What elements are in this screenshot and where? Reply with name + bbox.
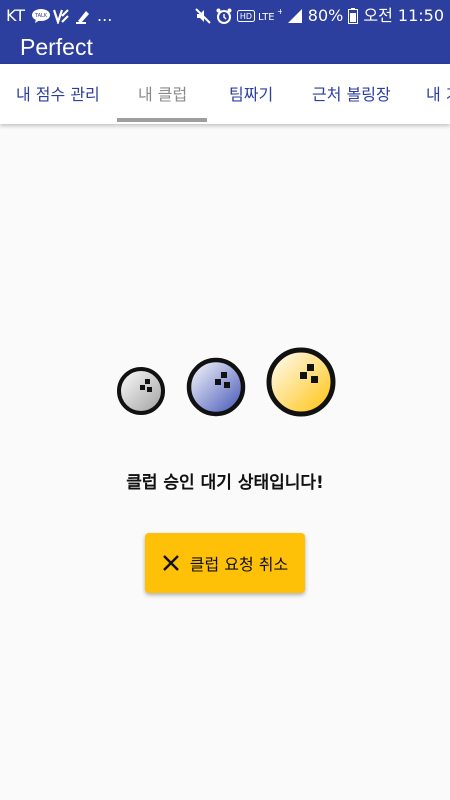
app-bar: Perfect	[0, 32, 450, 64]
v-app-icon	[52, 8, 69, 26]
tab-nearby-bowling[interactable]: 근처 볼링장	[312, 64, 391, 124]
screen: KT TALK ... HD LTE + 80% 오전 11:50 Perfec…	[0, 0, 450, 800]
close-icon	[162, 554, 180, 572]
lte-icon: LTE +	[258, 7, 284, 24]
tab-my-club[interactable]: 내 클럽	[138, 64, 187, 124]
status-message: 클럽 승인 대기 상태입니다!	[126, 473, 324, 493]
bowling-ball-gray-icon	[117, 367, 165, 415]
bowling-ball-yellow-icon	[266, 347, 336, 417]
svg-text:HD: HD	[240, 12, 252, 21]
carrier-label: KT	[6, 6, 26, 25]
talk-icon: TALK	[31, 8, 51, 24]
status-bar: KT TALK ... HD LTE + 80% 오전 11:50	[0, 0, 450, 32]
bowling-ball-blue-icon	[186, 357, 246, 417]
tab-indicator	[117, 118, 207, 122]
tab-partial[interactable]: 내 기	[426, 64, 450, 124]
more-notifications: ...	[97, 6, 113, 25]
tab-bar: 내 점수 관리 내 클럽 팀짜기 근처 볼링장 내 기	[0, 64, 450, 124]
signal-icon	[287, 8, 303, 24]
battery-percent: 80%	[307, 6, 344, 25]
mute-icon	[195, 8, 211, 24]
svg-text:TALK: TALK	[34, 13, 48, 19]
svg-text:+: +	[277, 8, 282, 16]
battery-icon	[348, 8, 359, 24]
hd-icon: HD	[236, 8, 255, 24]
alarm-icon	[216, 8, 232, 24]
svg-text:LTE: LTE	[258, 12, 275, 23]
clock: 오전 11:50	[363, 6, 444, 25]
bowling-balls	[0, 345, 450, 425]
tab-my-score[interactable]: 내 점수 관리	[16, 64, 100, 124]
pen-icon	[75, 8, 91, 24]
cancel-button-label: 클럽 요청 취소	[189, 555, 289, 574]
app-title: Perfect	[20, 34, 93, 60]
status-right: HD LTE + 80% 오전 11:50	[195, 6, 444, 26]
tab-team-making[interactable]: 팀짜기	[229, 64, 273, 124]
cancel-club-request-button[interactable]: 클럽 요청 취소	[145, 533, 305, 593]
status-left: KT TALK ...	[6, 6, 112, 26]
